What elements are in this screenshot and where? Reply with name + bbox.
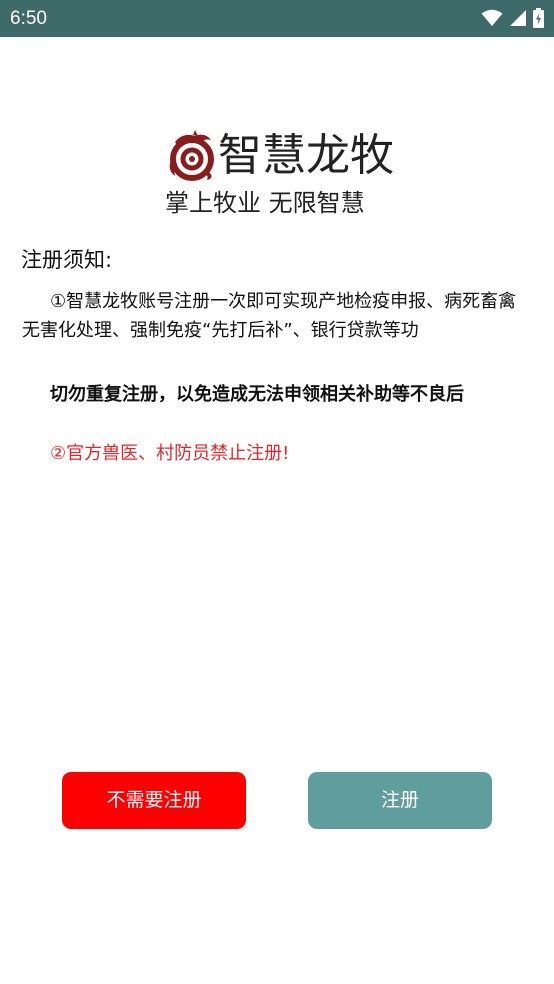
- status-bar: 6:50: [0, 0, 554, 37]
- notice-title: 注册须知:: [21, 248, 113, 272]
- dragon-emblem-icon: [169, 130, 214, 181]
- status-icons: [481, 8, 544, 28]
- app-slogan: 掌上牧业 无限智慧: [165, 189, 365, 217]
- register-button[interactable]: 注册: [308, 772, 492, 829]
- skip-registration-button[interactable]: 不需要注册: [62, 772, 246, 829]
- notice-item-1: ①智慧龙牧账号注册一次即可实现产地检疫申报、病死畜禽无害化处理、强制免疫“先打后…: [22, 291, 517, 341]
- battery-icon: [533, 8, 544, 28]
- app-name: 智慧龙牧: [218, 130, 394, 181]
- app-logo: 智慧龙牧 掌上牧业 无限智慧: [165, 128, 395, 223]
- status-time: 6:50: [10, 8, 47, 29]
- notice-item-2: ②官方兽医、村防员禁止注册!: [50, 443, 290, 464]
- notice-warning: 切勿重复注册，以免造成无法申领相关补助等不良后: [50, 384, 464, 405]
- signal-icon: [510, 10, 526, 26]
- wifi-icon: [481, 9, 503, 26]
